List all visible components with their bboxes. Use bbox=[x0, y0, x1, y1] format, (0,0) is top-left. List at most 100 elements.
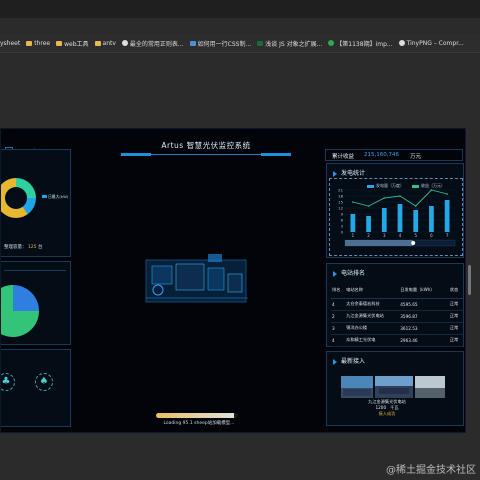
chart-title-text: 发电统计 bbox=[341, 170, 366, 177]
wordpress-icon bbox=[121, 40, 128, 46]
y-tick-label: 0 bbox=[341, 229, 344, 234]
chart-bar bbox=[429, 206, 434, 232]
x-tick-label: 4 bbox=[399, 233, 402, 238]
bookmark-item[interactable]: 浅谈 JS 对象之扩展... bbox=[257, 39, 322, 48]
loading-text: Loading 95.1 sheep站加载模型... bbox=[163, 421, 235, 426]
bookmark-item[interactable]: TinyPNG – Compr... bbox=[398, 39, 464, 47]
donut-chart bbox=[1, 178, 36, 218]
table-cell: 4 bbox=[331, 298, 346, 311]
table-row[interactable]: 2 九江金源集光伏电站 3596.87 正常 bbox=[331, 310, 463, 323]
chart-bar bbox=[444, 200, 450, 232]
bookmark-label: 【第1138期】imp... bbox=[336, 40, 393, 48]
plant-3d-model bbox=[145, 254, 248, 303]
capacity-value: 125 bbox=[27, 245, 37, 250]
bookmark-item[interactable]: antv bbox=[94, 39, 116, 47]
table-cell: 3 bbox=[331, 322, 346, 335]
panel-arrow-icon bbox=[333, 270, 337, 277]
chart-point bbox=[399, 195, 401, 197]
table-panel-title: 电站排名 bbox=[333, 268, 365, 277]
green-s-icon bbox=[257, 40, 264, 46]
x-tick-label: 3 bbox=[383, 233, 386, 238]
chart-bar bbox=[397, 204, 403, 232]
chart-point bbox=[414, 205, 417, 207]
y-tick-label: 3 bbox=[341, 223, 344, 228]
tinypng-icon bbox=[398, 40, 405, 46]
revenue-unit: 万元 bbox=[410, 154, 422, 160]
bookmark-label: three bbox=[34, 39, 51, 47]
chart-point bbox=[446, 193, 448, 195]
bookmark-label: 最全的常用正则表... bbox=[129, 40, 184, 48]
news-caption: 九江金源集光伏电站 1200 千瓦 接入成功 bbox=[357, 399, 417, 417]
donut-legend-label: 日最大(kW) bbox=[48, 194, 69, 199]
table-cell: 正常 bbox=[448, 322, 463, 335]
ranking-table: 排名 电站名称 日发电量（kWh） 状态 4 太仓余泰德宏科技 4595.65 正常 2… bbox=[331, 282, 463, 347]
chart-point bbox=[352, 201, 354, 203]
browser-tab-strip bbox=[0, 0, 480, 18]
header-status: 状态 bbox=[448, 282, 463, 299]
capacity-unit: 台 bbox=[37, 245, 43, 250]
bookmark-label: TinyPNG – Compr... bbox=[406, 39, 464, 47]
table-cell: 4 bbox=[331, 334, 346, 347]
x-tick-label: 1 bbox=[352, 233, 355, 238]
x-tick-label: 5 bbox=[414, 233, 417, 238]
news-capacity-unit: 千瓦 bbox=[390, 405, 399, 410]
chart-bar bbox=[366, 216, 371, 232]
news-capacity-value: 1200 bbox=[375, 405, 387, 410]
table-cell: 正常 bbox=[448, 298, 463, 311]
panel-divider bbox=[4, 270, 66, 271]
chart-panel-title: 发电统计 bbox=[333, 168, 365, 177]
station-photo[interactable] bbox=[375, 376, 413, 398]
bookmark-label: antv bbox=[102, 39, 116, 47]
table-cell: 3612.53 bbox=[399, 322, 449, 335]
zoom-slider-range bbox=[345, 240, 414, 246]
table-cell: 正常 bbox=[448, 334, 463, 347]
table-row[interactable]: 4 众和精工光伏电 2963.46 正常 bbox=[331, 334, 463, 347]
table-cell: 正常 bbox=[448, 310, 463, 323]
bookmark-item[interactable]: ysheet bbox=[0, 40, 20, 47]
header-station: 电站名称 bbox=[345, 282, 400, 299]
news-status: 接入成功 bbox=[378, 411, 396, 416]
y-tick-label: 12 bbox=[338, 205, 343, 210]
revenue-stat: 累计收益 215,160,746 万元 bbox=[325, 149, 463, 161]
loading-progress-fill bbox=[156, 413, 234, 418]
chart-bar bbox=[381, 208, 387, 232]
bookmarks-bar: ysheet three web工具 antv 最全的常用正则表... 如何用一行CSS制… bbox=[0, 34, 480, 52]
station-photo bbox=[341, 376, 373, 398]
legend-swatch bbox=[42, 195, 47, 198]
watermark: @稀土掘金技术社区 bbox=[386, 465, 476, 476]
panel-arrow-icon bbox=[333, 170, 337, 177]
y-tick-label: 18 bbox=[338, 193, 343, 198]
table-cell: 众和精工光伏电 bbox=[345, 334, 400, 347]
bookmark-item[interactable]: 【第1138期】imp... bbox=[328, 39, 393, 48]
bookmark-item[interactable]: web工具 bbox=[56, 39, 89, 48]
bookmark-item[interactable]: 如何用一行CSS制... bbox=[189, 39, 252, 48]
latest-access-panel: 最新接入 九江金源集光伏电站 1200 千瓦 接入成功 bbox=[326, 351, 464, 426]
table-cell: 3596.87 bbox=[399, 310, 449, 323]
chart-point bbox=[383, 197, 386, 199]
page-scrollbar[interactable] bbox=[468, 265, 471, 295]
capacity-label: 整理容量： bbox=[4, 245, 27, 250]
bookmark-item[interactable]: three bbox=[26, 40, 50, 47]
zoom-slider-handle bbox=[411, 241, 416, 245]
bookmark-item[interactable]: 最全的常用正则表... bbox=[121, 39, 184, 48]
x-tick-label: 6 bbox=[430, 233, 433, 238]
header-output: 日发电量（kWh） bbox=[399, 282, 449, 299]
x-tick-label: 2 bbox=[367, 233, 370, 238]
panel-arrow-icon bbox=[333, 358, 337, 365]
table-row[interactable]: 3 锦洋办公楼 3612.53 正常 bbox=[331, 322, 463, 335]
generation-chart: 2118151296301 2 3 4 5 6 7 bbox=[338, 187, 456, 247]
wechat-icon bbox=[328, 40, 335, 46]
y-tick-label: 15 bbox=[338, 199, 343, 204]
table-cell: 九江金源集光伏电站 bbox=[345, 310, 400, 323]
table-row[interactable]: 4 太仓余泰德宏科技 4595.65 正常 bbox=[331, 298, 463, 311]
page-icon bbox=[189, 40, 196, 46]
table-header-row: 排名 电站名称 日发电量（kWh） 状态 bbox=[331, 282, 463, 299]
y-tick-label: 6 bbox=[341, 217, 344, 222]
revenue-value: 215,160,746 bbox=[364, 152, 399, 158]
chart-point bbox=[367, 205, 370, 207]
folder-icon bbox=[56, 40, 63, 46]
generation-chart-panel[interactable]: 发电统计 发电量（万度） 收益（万元） 21 18 15 12 9 6 3 0 1 2 3 4 5 6 7 bbox=[326, 163, 464, 258]
bookmark-label: 如何用一行CSS制... bbox=[197, 40, 252, 48]
dashboard-title: Artus 智慧光伏监控系统 bbox=[121, 137, 291, 156]
toolbar-divider bbox=[0, 52, 480, 53]
